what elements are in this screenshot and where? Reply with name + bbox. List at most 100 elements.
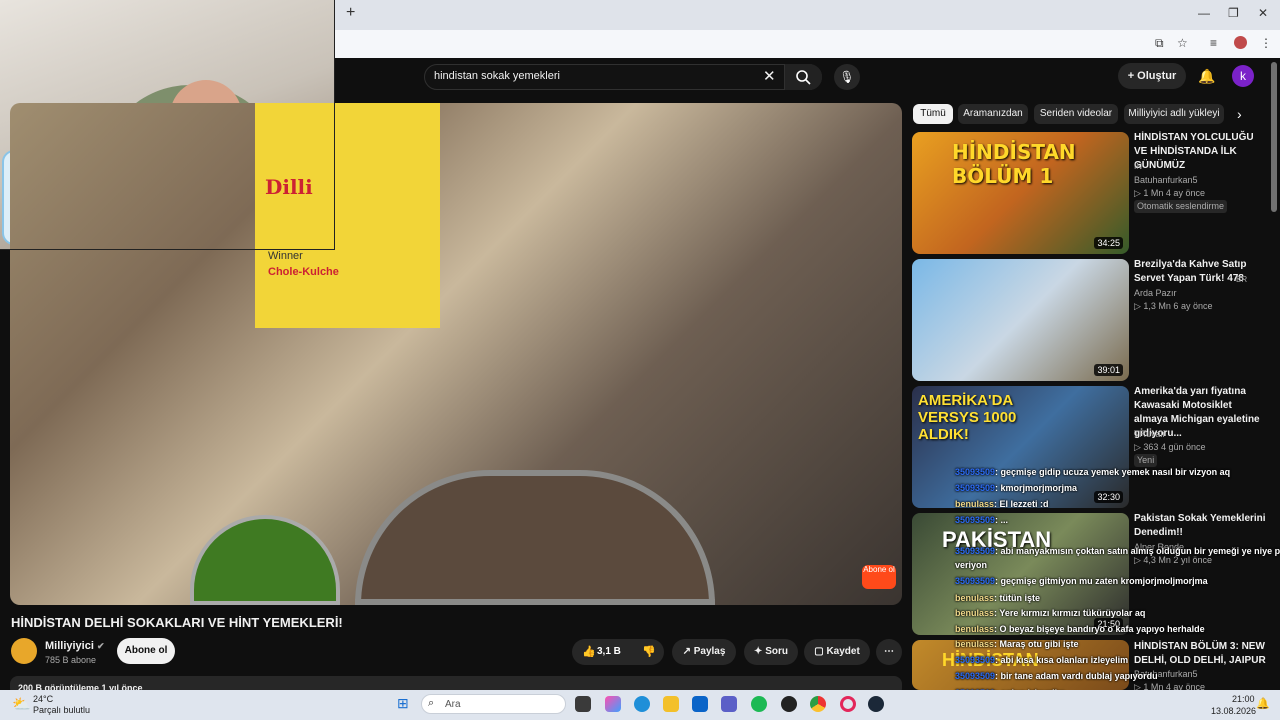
chat-text: : El lezzeti :d [994, 499, 1049, 509]
bookmark-star-icon[interactable]: ☆ [1177, 36, 1188, 50]
steam-icon[interactable] [868, 696, 884, 712]
menu-icon[interactable]: ⋮ [1260, 36, 1272, 50]
rec-duration: 34:25 [1094, 237, 1123, 249]
chip-series[interactable]: Seriden videolar [1034, 104, 1118, 124]
clock-date[interactable]: 13.08.2026 [1211, 706, 1256, 716]
rec-extra: Otomatik seslendirme [1134, 200, 1228, 213]
outlook-icon[interactable] [692, 696, 708, 712]
chat-text: : geçmişe gidip ucuza yemek yemek nasıl … [995, 467, 1231, 477]
chat-username: benulass [955, 499, 995, 509]
chat-username: benulass [955, 593, 995, 603]
minimize-button[interactable]: — [1198, 6, 1210, 20]
chat-text: : geçmişe gitmiyon mu zaten kromjorjmolj… [995, 576, 1208, 586]
maximize-button[interactable]: ❐ [1228, 6, 1239, 20]
task-view-icon[interactable] [575, 696, 591, 712]
chat-message: benulass: O beyaz bişeye bandıryo o kafa… [955, 624, 1205, 634]
chat-text: : abi manyakmısın çoktan satın almış old… [995, 546, 1280, 556]
file-explorer-icon[interactable] [663, 696, 679, 712]
teams-icon[interactable] [721, 696, 737, 712]
voice-search-button[interactable]: 🎙 [834, 64, 860, 90]
rec-title[interactable]: HİNDİSTAN YOLCULUĞU VE HİNDİSTANDA İLK G… [1134, 131, 1266, 173]
video-title: HİNDİSTAN DELHİ SOKAKLARI VE HİNT YEMEKL… [11, 615, 343, 630]
chat-username: 35093509 [955, 576, 996, 586]
notification-icon[interactable]: 🔔 [1256, 697, 1270, 710]
rec-badge: IN [1134, 162, 1142, 171]
chat-username: benulass [955, 624, 995, 634]
windows-start-icon[interactable]: ⊞ [397, 695, 411, 711]
search-button[interactable] [784, 64, 822, 90]
rec-thumbnail[interactable]: HİNDİSTAN BÖLÜM 1 34:25 [912, 132, 1129, 254]
app-icon[interactable] [781, 696, 797, 712]
search-icon [796, 70, 811, 85]
chat-username: 35093509 [955, 671, 996, 681]
chat-message: 35093509: ... [955, 515, 1008, 525]
channel-subscribers: 785 B abone [45, 655, 97, 665]
chip-all[interactable]: Tümü [913, 104, 953, 124]
chat-text: : Yere kırmızı kırmızı tükürüyolar aq [994, 608, 1146, 618]
chrome-icon[interactable] [810, 696, 826, 712]
like-icon[interactable]: 👍 [582, 645, 596, 658]
rec-title[interactable]: Pakistan Sokak Yemeklerini Denedim!! [1134, 512, 1266, 540]
chat-text: : ... [995, 515, 1009, 525]
chat-username: 35093509 [955, 546, 996, 556]
edge-icon[interactable] [634, 696, 650, 712]
rec-duration: 32:30 [1094, 491, 1123, 503]
chat-username: 35093509 [955, 467, 996, 477]
notifications-bell-icon[interactable]: 🔔 [1198, 68, 1215, 85]
subscribe-button[interactable]: Abone ol [117, 638, 175, 664]
clock-time[interactable]: 21:00 [1232, 694, 1255, 704]
rec-title[interactable]: HİNDİSTAN BÖLÜM 3: NEW DELHİ, OLD DELHİ,… [1134, 640, 1266, 668]
more-actions-button[interactable]: ⋯ [876, 639, 902, 665]
chip-uploader[interactable]: Milliyiyici adlı yükleyi [1124, 104, 1224, 124]
subscribe-overlay-button[interactable]: Abone ol [862, 565, 896, 589]
media-controls-icon[interactable]: ≡ [1210, 36, 1217, 50]
chat-message: benulass: tütün işte [955, 593, 1040, 603]
save-button[interactable]: ▢ Kaydet [804, 639, 870, 665]
taskbar-search-input[interactable] [421, 694, 566, 714]
weather-icon[interactable]: ⛅ [12, 695, 31, 713]
install-icon[interactable]: ⧉ [1155, 36, 1164, 51]
rec-badge: BR [1236, 275, 1248, 284]
dislike-icon[interactable]: 👎 [642, 645, 656, 658]
chat-message: 35093509: geçmişe gidip ucuza yemek yeme… [955, 467, 1230, 477]
shop-sign-item: Chole-Kulche [268, 266, 339, 278]
account-avatar[interactable]: k [1232, 65, 1254, 87]
copilot-icon[interactable] [605, 696, 621, 712]
profile-icon[interactable] [1234, 36, 1247, 49]
share-button[interactable]: ↗ Paylaş [672, 639, 736, 665]
channel-avatar[interactable] [11, 638, 37, 664]
clear-search-icon[interactable]: ✕ [763, 67, 776, 85]
like-count: 3,1 B [597, 646, 621, 657]
chat-username: 35093509 [955, 483, 996, 493]
chat-username: 35093509 [955, 655, 996, 665]
chat-text: : bir tane adam vardı dublaj yapıyordu [995, 671, 1158, 681]
rec-channel[interactable]: TRuvali [1134, 428, 1165, 441]
rec-thumbnail-text: HİNDİSTAN BÖLÜM 1 [952, 140, 1076, 188]
search-icon: ⌕ [428, 697, 435, 709]
create-button[interactable]: + Oluştur [1118, 63, 1186, 89]
chat-message: 35093509: bir tane adam vardı dublaj yap… [955, 671, 1158, 681]
rec-thumbnail-text: AMERİKA'DA VERSYS 1000 ALDIK! [918, 392, 1017, 443]
ask-button[interactable]: ✦ Soru [744, 639, 798, 665]
new-tab-button[interactable]: + [346, 5, 362, 21]
rec-channel[interactable]: Batuhanfurkan5 [1134, 174, 1198, 187]
chat-text: : tütün işte [994, 593, 1041, 603]
chat-message: benulass: Maraş otu gibi işte [955, 639, 1079, 649]
channel-name[interactable]: Milliyiyici ✔ [45, 640, 105, 652]
chat-text: veriyon [955, 560, 988, 570]
rec-duration: 39:01 [1094, 364, 1123, 376]
microphone-icon: 🎙 [839, 70, 855, 84]
chat-text: : O beyaz bişeye bandıryo o kafa yapıyo … [994, 624, 1205, 634]
opera-icon[interactable] [840, 696, 856, 712]
chip-from-search[interactable]: Aramanızdan [958, 104, 1028, 124]
spotify-icon[interactable] [751, 696, 767, 712]
rec-channel[interactable]: Arda Pazır [1134, 287, 1177, 300]
chevron-right-icon[interactable]: › [1237, 106, 1242, 122]
chat-text: : kmorjmorjmorjma [995, 483, 1078, 493]
rec-thumbnail[interactable]: 39:01 [912, 259, 1129, 381]
close-window-button[interactable]: ✕ [1258, 6, 1268, 20]
chat-text: : Maraş otu gibi işte [994, 639, 1079, 649]
browser-toolbar [335, 30, 1280, 58]
verified-icon: ✔ [96, 641, 105, 651]
scrollbar-thumb[interactable] [1271, 62, 1277, 212]
